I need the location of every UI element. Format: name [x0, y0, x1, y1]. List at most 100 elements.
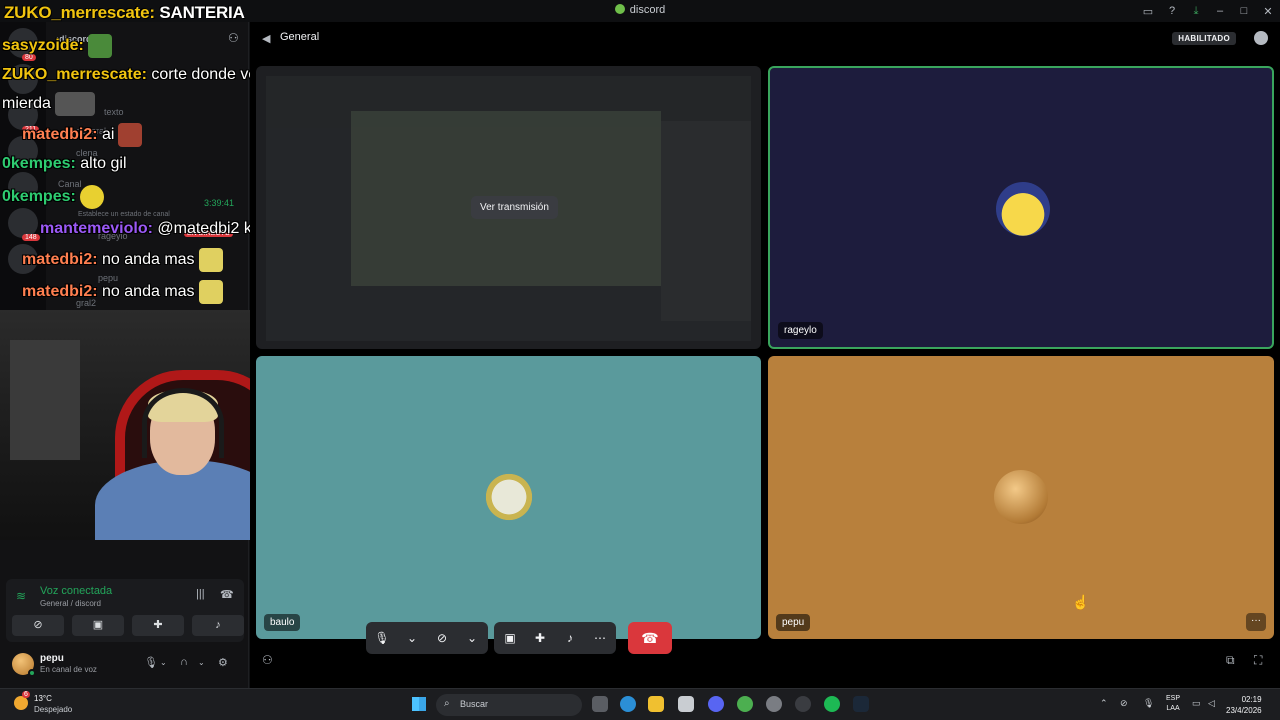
microphone-tray-icon[interactable]: 🎙: [1143, 698, 1154, 709]
avatar: [482, 470, 536, 524]
server-icon[interactable]: 148: [8, 208, 40, 241]
channel-category[interactable]: texto: [104, 107, 124, 117]
chat-message: 0kempes: alto gil: [2, 155, 127, 173]
temperature: 13°C: [34, 694, 52, 703]
enabled-badge[interactable]: HABILITADO: [1172, 32, 1236, 45]
steam-icon[interactable]: [853, 696, 869, 712]
popout-icon[interactable]: ⧉: [1226, 653, 1235, 668]
chevron-down-icon[interactable]: ⌄: [402, 631, 422, 645]
download-icon[interactable]: ⤓: [1184, 5, 1208, 18]
voice-connection-panel: ≋ Voz conectada General / discord ||| ☎ …: [6, 579, 244, 642]
discord-icon[interactable]: [708, 696, 724, 712]
soundboard-button[interactable]: ♪: [192, 615, 244, 636]
screen-share-button[interactable]: ▣: [72, 615, 124, 636]
stream-preview-chat: [661, 121, 751, 321]
camera-off-button[interactable]: ⊘: [12, 615, 64, 636]
mic-camera-group: 🎙 ⌄ ⊘ ⌄: [366, 622, 488, 654]
voice-panel-buttons: ⊘ ▣ ✚ ♪: [12, 615, 244, 636]
maximize-icon[interactable]: □: [1232, 5, 1256, 17]
keyboard-layout: LAA: [1166, 705, 1180, 712]
participant-tile[interactable]: baulo: [256, 356, 761, 639]
watch-stream-button[interactable]: Ver transmisión: [471, 196, 558, 219]
language-indicator[interactable]: ESP LAA: [1166, 694, 1180, 714]
chat-username: matedbi2:: [22, 126, 98, 144]
chat-message: 0kempes:: [2, 185, 104, 209]
chevron-down-icon[interactable]: ⌄: [462, 631, 482, 645]
taskbar-search[interactable]: ⌕ Buscar: [436, 694, 582, 716]
headphones-icon[interactable]: ∩: [180, 656, 188, 668]
call-controls: 🎙 ⌄ ⊘ ⌄ ▣ ✚ ♪ ⋯ ☎: [366, 622, 672, 654]
disconnect-icon[interactable]: ☎: [220, 588, 234, 601]
user-panel: pepu En canal de voz 🎙 ⌄ ∩ ⌄ ⚙: [6, 647, 244, 683]
chat-username: 0kempes:: [2, 188, 76, 206]
chat-username: matedbi2:: [22, 283, 98, 301]
online-status-icon: [28, 669, 36, 677]
emote-icon: [79, 185, 104, 209]
soundboard-icon[interactable]: ♪: [560, 631, 580, 645]
discord-app: discord ▭ ? ⤓ – □ ✕ 80 211 148 :discord …: [0, 0, 1280, 688]
help-icon[interactable]: ?: [1160, 5, 1184, 17]
headset: [142, 388, 224, 458]
spotify-icon[interactable]: [824, 696, 840, 712]
file-explorer-icon[interactable]: [648, 696, 664, 712]
participant-tile[interactable]: rageylo: [768, 66, 1274, 349]
volume-icon[interactable]: ◁: [1208, 698, 1215, 709]
call-header: ◀ General HABILITADO: [250, 22, 1280, 56]
microphone-icon[interactable]: 🎙: [144, 656, 158, 669]
chat-text: alto gil: [80, 155, 127, 172]
noise-suppression-icon[interactable]: |||: [196, 588, 205, 600]
stream-title: ZUKO_merrescate: SANTERIA: [4, 3, 245, 23]
more-icon[interactable]: ⋯: [590, 631, 610, 645]
chat-message: mierda: [2, 92, 95, 116]
invite-icon[interactable]: ⚇: [262, 653, 273, 667]
hang-up-button[interactable]: ☎: [628, 622, 672, 654]
camera-off-icon[interactable]: ⊘: [432, 631, 452, 645]
settings-gear-icon[interactable]: ⚙: [218, 656, 228, 669]
chat-username: ZUKO_merrescate:: [2, 66, 147, 83]
weather-condition: Despejado: [34, 705, 73, 714]
emote-icon: [198, 280, 223, 304]
display-icon[interactable]: ▭: [1192, 698, 1201, 709]
voice-location[interactable]: General / discord: [40, 599, 101, 608]
stream-tile[interactable]: Ver transmisión: [256, 66, 761, 349]
language-code: ESP: [1166, 695, 1181, 702]
chat-text: ai: [102, 126, 115, 144]
clock[interactable]: 02:19 23/4/2026: [1226, 694, 1262, 716]
screen-share-icon[interactable]: ▣: [500, 631, 520, 645]
chat-username: sasyzoide:: [2, 37, 84, 55]
fullscreen-icon[interactable]: ⛶: [1254, 653, 1262, 668]
close-icon[interactable]: ✕: [1256, 5, 1280, 18]
network-icon[interactable]: ⊘: [1120, 698, 1128, 709]
stream-title-text: SANTERIA: [159, 3, 245, 22]
window-title-text: discord: [629, 4, 666, 16]
tray-chevron-icon[interactable]: ⌃: [1100, 698, 1108, 709]
activities-button[interactable]: ✚: [132, 615, 184, 636]
edge-icon[interactable]: [620, 696, 636, 712]
channel-name: General: [280, 31, 320, 43]
chat-text: no anda mas: [102, 283, 195, 301]
chevron-down-icon[interactable]: ⌄: [160, 658, 167, 667]
microphone-icon[interactable]: 🎙: [372, 631, 392, 645]
speaker-icon: ◀: [262, 33, 271, 45]
windows-start-icon[interactable]: [412, 697, 426, 711]
store-icon[interactable]: [678, 696, 694, 712]
signal-icon[interactable]: ≋: [16, 589, 32, 605]
cast-icon[interactable]: ▭: [1136, 5, 1160, 18]
participant-tile[interactable]: pepu ···: [768, 356, 1274, 639]
invite-icon[interactable]: ⚇: [228, 31, 239, 45]
chevron-down-icon[interactable]: ⌄: [198, 658, 205, 667]
activities-icon[interactable]: ✚: [530, 631, 550, 645]
chat-text: mierda: [2, 95, 51, 113]
emote-icon: [54, 92, 95, 116]
search-placeholder: Buscar: [460, 699, 489, 709]
task-view-icon[interactable]: [592, 696, 608, 712]
discord-logo-icon: [614, 4, 625, 14]
chat-icon[interactable]: [1254, 31, 1268, 45]
settings-icon[interactable]: [766, 696, 782, 712]
obs-icon[interactable]: [795, 696, 811, 712]
voice-status[interactable]: Voz conectada: [40, 585, 112, 597]
chrome-icon[interactable]: [737, 696, 753, 712]
username[interactable]: pepu: [40, 653, 64, 664]
minimize-icon[interactable]: –: [1208, 5, 1232, 17]
more-options-button[interactable]: ···: [1246, 613, 1266, 631]
